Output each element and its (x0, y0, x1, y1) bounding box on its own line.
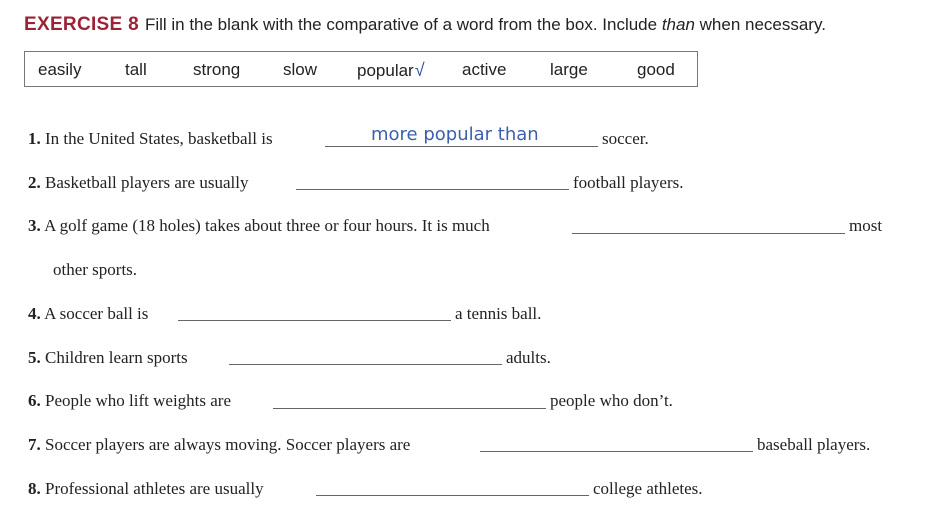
item-number: 5. (28, 348, 41, 367)
word-box: easily tall strong slow popular√ active … (24, 51, 698, 87)
item-6-after: people who don’t. (550, 391, 673, 410)
item-text-before: A soccer ball is (44, 304, 149, 323)
item-4-after: a tennis ball. (455, 304, 542, 323)
item-7-prompt: 7. Soccer players are always moving. Soc… (28, 435, 410, 455)
item-3-after: most (849, 216, 883, 235)
item-text-before: People who lift weights are (45, 391, 232, 410)
item-text-before: A golf game (18 holes) takes about three… (44, 216, 490, 235)
answer-blank-7[interactable] (480, 451, 753, 452)
instruction-text-start: Fill in the blank with the comparative o… (144, 15, 662, 34)
item-6-prompt: 6. People who lift weights are (28, 391, 231, 411)
item-1-after: soccer. (602, 129, 649, 148)
item-text-before: Basketball players are usually (45, 173, 249, 192)
word-easily: easily (38, 60, 82, 79)
item-text-before: Children learn sports (45, 348, 188, 367)
word-slow: slow (283, 60, 318, 79)
handwritten-answer-1: more popular than (371, 124, 539, 145)
item-5-after: adults. (506, 348, 551, 367)
item-text-before: Professional athletes are usually (45, 479, 264, 498)
item-number: 4. (28, 304, 41, 323)
item-number: 1. (28, 129, 41, 148)
item-number: 2. (28, 173, 41, 192)
item-8-after: college athletes. (593, 479, 703, 498)
item-3-continuation: other sports. (53, 260, 138, 279)
checkmark-icon: √ (414, 60, 425, 80)
instruction-than: than (661, 15, 695, 34)
item-2-after: football players. (573, 173, 684, 192)
item-3-prompt: 3. A golf game (18 holes) takes about th… (28, 216, 490, 236)
word-popular: popular√ (357, 60, 425, 81)
word-active: active (462, 60, 507, 79)
answer-blank-4[interactable] (178, 320, 451, 321)
item-4-prompt: 4. A soccer ball is (28, 304, 148, 324)
word-large: large (550, 60, 588, 79)
answer-blank-2[interactable] (296, 189, 569, 190)
item-number: 3. (28, 216, 41, 235)
exercise-label: EXERCISE 8 (24, 14, 139, 35)
word-popular-text: popular (357, 61, 414, 80)
item-number: 7. (28, 435, 41, 454)
item-1-prompt: 1. In the United States, basketball is (28, 129, 273, 149)
item-text-before: Soccer players are always moving. Soccer… (45, 435, 411, 454)
item-number: 6. (28, 391, 41, 410)
item-5-prompt: 5. Children learn sports (28, 348, 188, 368)
answer-blank-3[interactable] (572, 233, 845, 234)
instruction-text-end: when necessary. (694, 15, 826, 34)
word-tall: tall (125, 60, 147, 79)
answer-blank-6[interactable] (273, 408, 546, 409)
word-strong: strong (193, 60, 241, 79)
item-8-prompt: 8. Professional athletes are usually (28, 479, 264, 499)
item-2-prompt: 2. Basketball players are usually (28, 173, 248, 193)
word-good: good (637, 60, 675, 79)
answer-blank-1[interactable] (325, 146, 598, 147)
item-7-after: baseball players. (757, 435, 871, 454)
answer-blank-8[interactable] (316, 495, 589, 496)
answer-blank-5[interactable] (229, 364, 502, 365)
exercise-header: EXERCISE 8 Fill in the blank with the com… (24, 14, 826, 36)
item-number: 8. (28, 479, 41, 498)
item-text-before: In the United States, basketball is (45, 129, 273, 148)
